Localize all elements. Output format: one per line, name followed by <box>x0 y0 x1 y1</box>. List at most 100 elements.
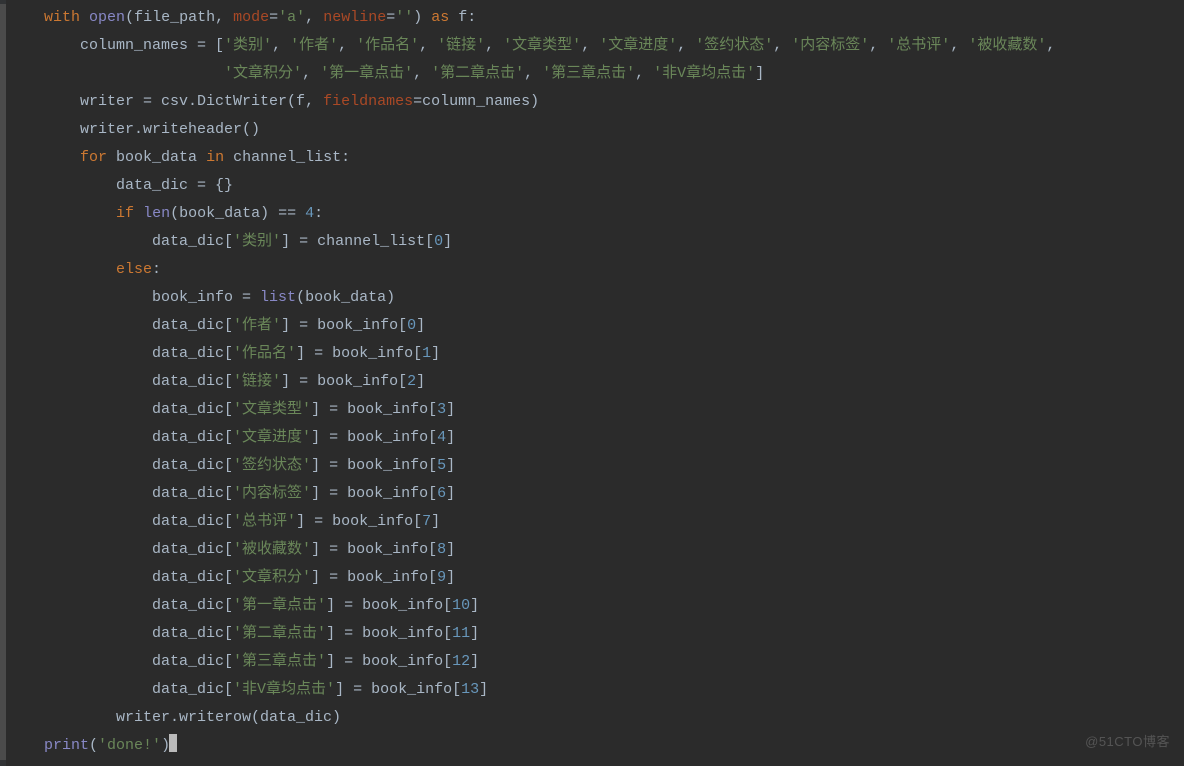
code-token: newline <box>323 9 386 26</box>
code-token <box>8 261 116 278</box>
code-token: , <box>419 37 437 54</box>
code-token: ] <box>431 513 440 530</box>
code-token: , <box>215 9 224 26</box>
code-token: if <box>116 205 134 222</box>
code-token: , <box>272 37 290 54</box>
code-token: ] <box>443 233 452 250</box>
code-line[interactable]: data_dic = {} <box>0 172 1184 200</box>
code-token: '' <box>395 9 413 26</box>
code-token: , <box>305 9 314 26</box>
code-line[interactable]: '文章积分', '第一章点击', '第二章点击', '第三章点击', '非V章均… <box>0 60 1184 88</box>
code-token: book_data <box>107 149 206 166</box>
code-line[interactable]: data_dic['签约状态'] = book_info[5] <box>0 452 1184 480</box>
code-token: ] = book_info[ <box>296 513 422 530</box>
code-token: f: <box>449 9 476 26</box>
code-line[interactable]: data_dic['第一章点击'] = book_info[10] <box>0 592 1184 620</box>
code-token: mode <box>233 9 269 26</box>
code-line[interactable]: data_dic['内容标签'] = book_info[6] <box>0 480 1184 508</box>
code-token: 'done!' <box>98 737 161 754</box>
code-token <box>8 149 80 166</box>
code-token: ] = book_info[ <box>326 653 452 670</box>
code-token: data_dic[ <box>8 569 233 586</box>
code-token: ] = book_info[ <box>311 457 437 474</box>
code-token: : <box>152 261 161 278</box>
code-token: data_dic[ <box>8 345 233 362</box>
code-line[interactable]: data_dic['作品名'] = book_info[1] <box>0 340 1184 368</box>
code-token: open <box>89 9 125 26</box>
code-token: ] = book_info[ <box>311 401 437 418</box>
code-token: ] <box>755 65 764 82</box>
code-token <box>8 737 44 754</box>
code-line[interactable]: print('done!') <box>0 732 1184 760</box>
code-line[interactable]: for book_data in channel_list: <box>0 144 1184 172</box>
code-line[interactable]: data_dic['总书评'] = book_info[7] <box>0 508 1184 536</box>
code-token: 4 <box>437 429 446 446</box>
code-line[interactable]: data_dic['第二章点击'] = book_info[11] <box>0 620 1184 648</box>
code-line[interactable]: data_dic['作者'] = book_info[0] <box>0 312 1184 340</box>
code-token: (file_path <box>125 9 215 26</box>
code-token: 11 <box>452 625 470 642</box>
code-token: as <box>431 9 449 26</box>
code-token: , <box>524 65 542 82</box>
code-line[interactable]: data_dic['类别'] = channel_list[0] <box>0 228 1184 256</box>
code-token: (book_data) <box>296 289 395 306</box>
code-token: '类别' <box>233 233 281 250</box>
code-line[interactable]: if len(book_data) == 4: <box>0 200 1184 228</box>
code-token: '内容标签' <box>791 37 869 54</box>
code-token: ] <box>470 653 479 670</box>
code-token: '内容标签' <box>233 485 311 502</box>
code-line[interactable]: with open(file_path, mode='a', newline='… <box>0 4 1184 32</box>
code-token <box>8 205 116 222</box>
code-token <box>80 9 89 26</box>
code-token: '被收藏数' <box>233 541 311 558</box>
code-line[interactable]: data_dic['非V章均点击'] = book_info[13] <box>0 676 1184 704</box>
code-line[interactable]: writer.writeheader() <box>0 116 1184 144</box>
code-token: ] = book_info[ <box>311 541 437 558</box>
code-token: = <box>386 9 395 26</box>
code-token: '第三章点击' <box>233 653 326 670</box>
code-token: '作者' <box>233 317 281 334</box>
code-token: , <box>581 37 599 54</box>
code-line[interactable]: data_dic['链接'] = book_info[2] <box>0 368 1184 396</box>
code-token: '第二章点击' <box>233 625 326 642</box>
code-editor[interactable]: with open(file_path, mode='a', newline='… <box>0 0 1184 766</box>
code-line[interactable]: data_dic['第三章点击'] = book_info[12] <box>0 648 1184 676</box>
code-token: writer.writerow(data_dic) <box>8 709 341 726</box>
code-token: data_dic[ <box>8 513 233 530</box>
code-line[interactable]: column_names = ['类别', '作者', '作品名', '链接',… <box>0 32 1184 60</box>
code-token: ] = book_info[ <box>311 569 437 586</box>
code-line[interactable]: book_info = list(book_data) <box>0 284 1184 312</box>
code-token: len <box>143 205 170 222</box>
code-token: 3 <box>437 401 446 418</box>
code-line[interactable]: else: <box>0 256 1184 284</box>
code-line[interactable]: data_dic['被收藏数'] = book_info[8] <box>0 536 1184 564</box>
code-token: '作者' <box>290 37 338 54</box>
code-token: ] <box>446 485 455 502</box>
code-token: data_dic[ <box>8 233 233 250</box>
code-token: '链接' <box>437 37 485 54</box>
code-token: 12 <box>452 653 470 670</box>
code-token <box>314 9 323 26</box>
code-token: data_dic = {} <box>8 177 233 194</box>
code-token: ] <box>416 373 425 390</box>
code-token: data_dic[ <box>8 485 233 502</box>
code-token: ( <box>89 737 98 754</box>
code-token: , <box>635 65 653 82</box>
code-token: ] = book_info[ <box>326 597 452 614</box>
caret-icon <box>169 734 177 752</box>
code-token: '第二章点击' <box>431 65 524 82</box>
code-token: 13 <box>461 681 479 698</box>
code-line[interactable]: data_dic['文章进度'] = book_info[4] <box>0 424 1184 452</box>
code-token: ] = book_info[ <box>335 681 461 698</box>
code-line[interactable]: writer = csv.DictWriter(f, fieldnames=co… <box>0 88 1184 116</box>
code-token: column_names = [ <box>8 37 224 54</box>
code-token: ] = book_info[ <box>281 317 407 334</box>
code-token: '第一章点击' <box>233 597 326 614</box>
code-line[interactable]: writer.writerow(data_dic) <box>0 704 1184 732</box>
code-line[interactable]: data_dic['文章积分'] = book_info[9] <box>0 564 1184 592</box>
code-token: data_dic[ <box>8 653 233 670</box>
code-line[interactable]: data_dic['文章类型'] = book_info[3] <box>0 396 1184 424</box>
code-token: '第一章点击' <box>320 65 413 82</box>
code-token: data_dic[ <box>8 625 233 642</box>
code-token: '文章积分' <box>233 569 311 586</box>
